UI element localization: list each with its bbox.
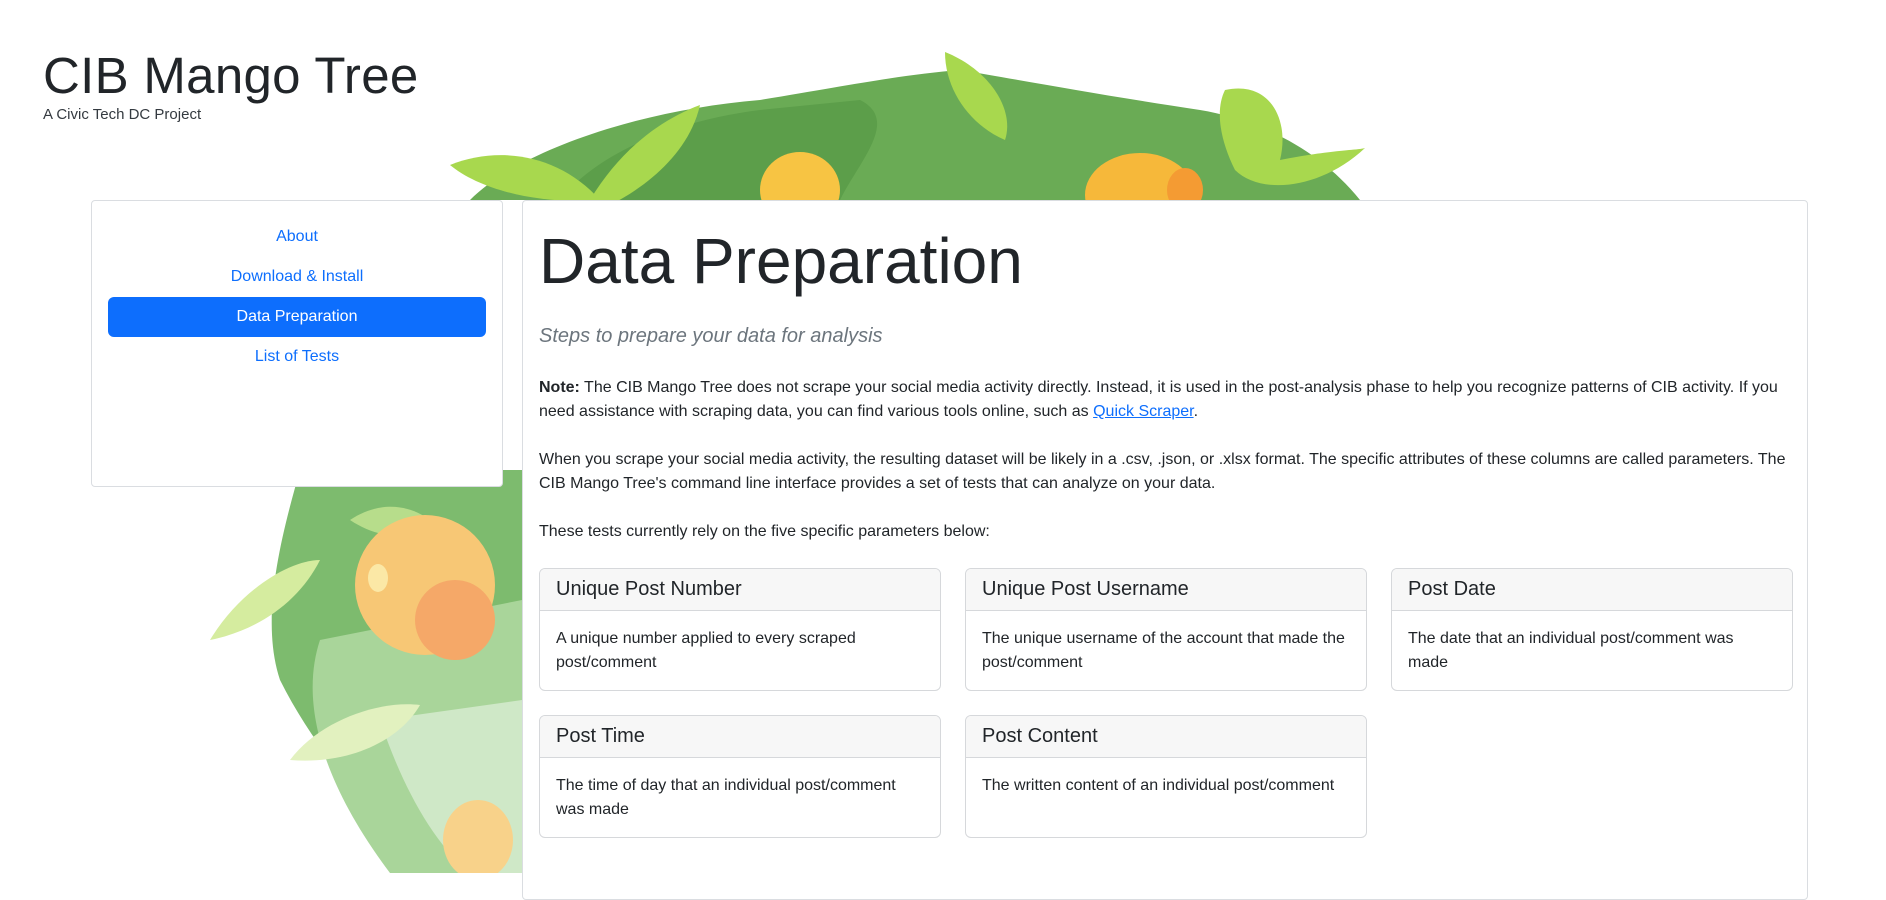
card-title: Post Content: [966, 716, 1366, 758]
sidebar-item-about[interactable]: About: [108, 217, 486, 257]
card-unique-post-username: Unique Post Username The unique username…: [965, 568, 1367, 691]
page-lead: Steps to prepare your data for analysis: [539, 325, 883, 347]
card-post-time: Post Time The time of day that an indivi…: [539, 715, 941, 838]
sidebar-item-data-preparation[interactable]: Data Preparation: [108, 297, 486, 337]
card-unique-post-number: Unique Post Number A unique number appli…: [539, 568, 941, 691]
card-body: The unique username of the account that …: [982, 630, 1345, 671]
note-paragraph: Note: The CIB Mango Tree does not scrape…: [539, 376, 1791, 424]
parameter-cards: Unique Post Number A unique number appli…: [539, 568, 1793, 838]
site-header: CIB Mango Tree A Civic Tech DC Project: [43, 46, 419, 123]
main-content: Data Preparation Steps to prepare your d…: [522, 200, 1808, 900]
card-body: The date that an individual post/comment…: [1408, 630, 1734, 671]
card-post-content: Post Content The written content of an i…: [965, 715, 1367, 838]
site-title[interactable]: CIB Mango Tree: [43, 46, 419, 106]
card-title: Unique Post Username: [966, 569, 1366, 611]
card-body: The written content of an individual pos…: [982, 777, 1335, 794]
card-body: The time of day that an individual post/…: [556, 777, 896, 818]
page-title: Data Preparation: [539, 225, 1023, 297]
sidebar-item-list-of-tests[interactable]: List of Tests: [108, 337, 486, 377]
card-title: Post Time: [540, 716, 940, 758]
quick-scraper-link[interactable]: Quick Scraper: [1093, 403, 1193, 420]
format-paragraph: When you scrape your social media activi…: [539, 451, 1786, 492]
parameters-intro: These tests currently rely on the five s…: [539, 523, 990, 540]
card-title: Post Date: [1392, 569, 1792, 611]
site-subtitle: A Civic Tech DC Project: [43, 106, 202, 123]
sidebar-item-download-install[interactable]: Download & Install: [108, 257, 486, 297]
note-end: .: [1193, 403, 1199, 420]
note-label: Note:: [539, 379, 580, 396]
card-title: Unique Post Number: [540, 569, 940, 611]
card-post-date: Post Date The date that an individual po…: [1391, 568, 1793, 691]
card-body: A unique number applied to every scraped…: [556, 630, 856, 671]
sidebar-nav: About Download & Install Data Preparatio…: [91, 200, 503, 487]
